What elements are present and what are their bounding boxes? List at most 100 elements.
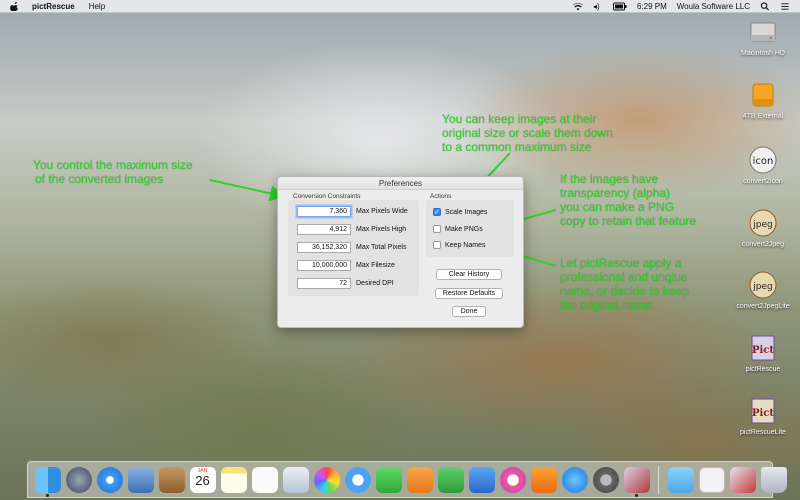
itunes-icon[interactable]: [499, 466, 526, 493]
max-total-pixels-input[interactable]: 36,152,320: [297, 242, 351, 253]
max-pixels-wide-input[interactable]: 7,360: [297, 206, 351, 217]
actions-label: Actions: [430, 193, 452, 200]
pages-icon[interactable]: [406, 466, 433, 493]
scale-images-checkbox[interactable]: ✓: [433, 208, 441, 216]
photos-icon[interactable]: [313, 466, 340, 493]
desktop-icon-label: convert2Jpeg: [741, 241, 785, 248]
size-annotation: You control the maximum size of the conv…: [33, 158, 193, 186]
contacts-icon[interactable]: [158, 466, 185, 493]
ibooks-icon[interactable]: [530, 466, 557, 493]
keynote-icon[interactable]: [468, 466, 495, 493]
field-label: Max Total Pixels: [356, 244, 407, 251]
names-annotation: Let pictRescue apply a professional and …: [560, 256, 689, 312]
desktop-icon-macintosh-hd[interactable]: Macintosh HD: [723, 17, 800, 57]
annotation-line: of the converted images: [35, 172, 164, 186]
max-pixels-wide-row: 7,360 Max Pixels Wide: [297, 206, 408, 217]
help-menu[interactable]: Help: [89, 2, 105, 11]
checkbox-label: Scale Images: [445, 208, 488, 216]
mail-icon[interactable]: [127, 466, 154, 493]
max-pixels-high-input[interactable]: 4,912: [297, 224, 351, 235]
running-indicator: [634, 493, 638, 497]
notes-icon[interactable]: [220, 466, 247, 493]
keep-names-checkbox[interactable]: [433, 241, 441, 249]
annotation-line: transparency (alpha): [560, 186, 671, 200]
done-button[interactable]: Done: [452, 306, 486, 317]
pictrescue-stack-icon[interactable]: [729, 466, 756, 493]
desired-dpi-row: 72 Desired DPI: [297, 278, 394, 289]
field-label: Max Filesize: [356, 262, 395, 269]
annotation-line: If the images have: [560, 172, 659, 186]
notification-center-icon[interactable]: [780, 2, 790, 11]
annotation-line: you can make a PNG: [560, 200, 675, 214]
app-store-icon[interactable]: [561, 466, 588, 493]
checkbox-label: Keep Names: [445, 241, 486, 249]
convert2jpeg-app-icon: jpeg: [749, 209, 777, 237]
convert2jpeglite-app-icon: jpeg: [749, 271, 777, 299]
desktop-icon-convert2icon[interactable]: icon convert2icon: [723, 145, 800, 185]
volume-icon[interactable]: ◂): [593, 2, 603, 11]
facetime-icon[interactable]: [375, 466, 402, 493]
system-preferences-icon[interactable]: [592, 466, 619, 493]
max-total-pixels-row: 36,152,320 Max Total Pixels: [297, 242, 406, 253]
scale-images-option[interactable]: ✓ Scale Images: [433, 208, 487, 216]
running-indicator: [45, 493, 49, 497]
scale-annotation: You can keep images at their original si…: [442, 112, 613, 154]
battery-icon[interactable]: [612, 2, 627, 11]
downloads-folder-icon[interactable]: [667, 466, 694, 493]
clear-history-button[interactable]: Clear History: [436, 269, 502, 280]
max-filesize-row: 10,000,000 Max Filesize: [297, 260, 395, 271]
calendar-icon[interactable]: JAN 26: [189, 466, 216, 493]
wifi-icon[interactable]: [572, 2, 583, 11]
desktop-icon-convert2jpeg[interactable]: jpeg convert2Jpeg: [723, 208, 800, 248]
documents-stack-icon[interactable]: [698, 466, 725, 493]
make-pngs-option[interactable]: Make PNGs: [433, 225, 483, 233]
calendar-day: 26: [195, 472, 210, 488]
safari-icon[interactable]: [96, 466, 123, 493]
apple-menu-icon[interactable]: [10, 1, 20, 11]
annotation-line: You control the maximum size: [33, 158, 193, 172]
clock[interactable]: 6:29 PM: [637, 2, 667, 11]
app-menu[interactable]: pictRescue: [32, 2, 75, 11]
dock-separator: [658, 465, 659, 494]
desktop-icon-4tb-external[interactable]: 4TB External: [723, 80, 800, 120]
max-filesize-input[interactable]: 10,000,000: [297, 260, 351, 271]
hard-drive-icon: [750, 22, 776, 42]
preferences-window: Preferences Conversion Constraints 7,360…: [277, 176, 524, 328]
size-arrow: [209, 179, 286, 202]
desktop-icon-convert2jpeglite[interactable]: jpeg convert2JpegLite: [723, 270, 800, 310]
user-name[interactable]: Woula Software LLC: [677, 2, 750, 11]
annotation-line: professional and unqiue: [560, 270, 688, 284]
desktop-icon-label: convert2JpegLite: [736, 303, 790, 310]
pictrescue-dock-icon[interactable]: [623, 466, 650, 497]
pictrescuelite-badge: Pict: [752, 408, 774, 419]
desktop-icon-pictrescue[interactable]: Pict pictRescue: [723, 333, 800, 373]
annotation-line: You can keep images at their: [442, 112, 597, 126]
convert2icon-badge: icon: [753, 156, 774, 167]
window-title[interactable]: Preferences: [278, 177, 523, 190]
reminders-icon[interactable]: [251, 466, 278, 493]
desktop-icon-label: pictRescueLite: [740, 429, 786, 436]
annotation-line: copy to retain that feature: [560, 214, 697, 228]
finder-icon[interactable]: [34, 466, 61, 497]
annotation-line: name, or decide to keep: [560, 284, 689, 298]
convert2jpeglite-badge: jpeg: [752, 282, 772, 292]
preview-icon[interactable]: [282, 466, 309, 493]
keep-names-option[interactable]: Keep Names: [433, 241, 485, 249]
annotation-line: to a common maximum size: [442, 140, 592, 154]
launchpad-icon[interactable]: [65, 466, 92, 493]
desktop-icon-label: convert2icon: [743, 178, 783, 185]
desired-dpi-input[interactable]: 72: [297, 278, 351, 289]
trash-icon[interactable]: [760, 466, 787, 493]
checkbox-label: Make PNGs: [445, 225, 483, 233]
pictrescue-app-icon: Pict: [751, 335, 775, 361]
messages-icon[interactable]: [344, 466, 371, 493]
max-pixels-high-row: 4,912 Max Pixels High: [297, 224, 406, 235]
restore-defaults-button[interactable]: Restore Defaults: [435, 288, 503, 299]
annotation-line: Let pictRescue apply a: [560, 256, 682, 270]
make-pngs-checkbox[interactable]: [433, 225, 441, 233]
field-label: Max Pixels Wide: [356, 208, 408, 215]
numbers-icon[interactable]: [437, 466, 464, 493]
convert2jpeg-badge: jpeg: [752, 220, 772, 230]
desktop-icon-pictrescuelite[interactable]: Pict pictRescueLite: [723, 396, 800, 436]
spotlight-search-icon[interactable]: [760, 1, 770, 11]
